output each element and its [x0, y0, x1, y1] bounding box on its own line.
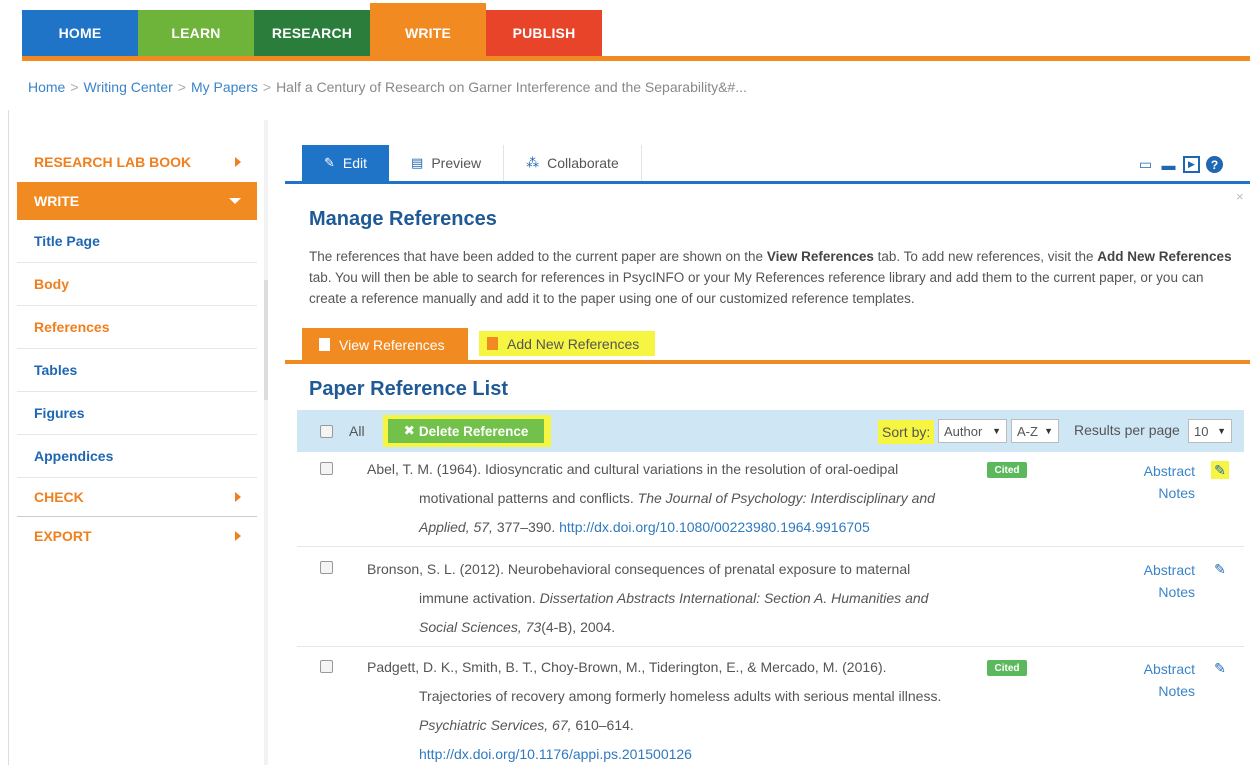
page-left-border: [8, 110, 9, 765]
reference-row: Abel, T. M. (1964). Idiosyncratic and cu…: [297, 460, 1244, 545]
sort-field-select[interactable]: Author ▼: [938, 419, 1007, 443]
edit-pencil-icon[interactable]: ✎: [1211, 659, 1229, 677]
dropdown-arrow-icon: ▼: [992, 426, 1001, 436]
tab-edit[interactable]: ✎ Edit: [302, 145, 390, 181]
play-video-icon[interactable]: ▶: [1183, 156, 1200, 173]
reference-doi-link[interactable]: http://dx.doi.org/10.1080/00223980.1964.…: [559, 519, 870, 535]
edit-pencil-icon[interactable]: ✎: [1211, 461, 1229, 479]
cited-badge: Cited: [987, 462, 1027, 478]
sidebar-scrollbar-thumb[interactable]: [264, 280, 268, 400]
tab-add-new-references[interactable]: Add New References: [479, 331, 655, 356]
caret-right-icon: [235, 492, 241, 502]
reference-row: Bronson, S. L. (2012). Neurobehavioral c…: [297, 559, 1244, 644]
collaborate-icon: ⁂: [526, 155, 540, 170]
tab-preview[interactable]: ▤ Preview: [389, 145, 505, 181]
close-icon[interactable]: ×: [1236, 189, 1244, 204]
sidebar-item-figures[interactable]: Figures: [17, 392, 257, 435]
dropdown-arrow-icon: ▼: [1044, 426, 1053, 436]
reference-list-toolbar: All ✖ Delete Reference Sort by: Author ▼ …: [297, 410, 1244, 452]
reference-citation: Abel, T. M. (1964). Idiosyncratic and cu…: [367, 461, 935, 535]
notes-link[interactable]: Notes: [1135, 482, 1195, 504]
dropdown-arrow-icon: ▼: [1217, 426, 1226, 436]
document-icon: ▤: [411, 155, 424, 170]
reference-doi-link[interactable]: http://dx.doi.org/10.1176/appi.ps.201500…: [419, 746, 692, 762]
abstract-link[interactable]: Abstract: [1135, 658, 1195, 680]
results-per-page-select[interactable]: 10 ▼: [1188, 419, 1232, 443]
nav-underline: [22, 56, 1250, 61]
tab-view-references[interactable]: View References: [302, 328, 468, 361]
reference-citation: Padgett, D. K., Smith, B. T., Choy-Brown…: [367, 659, 942, 762]
comment-icon[interactable]: ▬: [1160, 156, 1177, 173]
notes-link[interactable]: Notes: [1135, 680, 1195, 702]
reference-checkbox[interactable]: [320, 660, 333, 673]
sidebar-scrollbar-track[interactable]: [264, 120, 268, 765]
sidebar-item-tables[interactable]: Tables: [17, 349, 257, 392]
delete-reference-highlight: ✖ Delete Reference: [383, 415, 551, 447]
sidebar-item-body[interactable]: Body: [17, 263, 257, 306]
breadcrumb: Home > Writing Center > My Papers > Half a Cen…: [28, 79, 747, 95]
reference-checkbox[interactable]: [320, 462, 333, 475]
abstract-link[interactable]: Abstract: [1135, 559, 1195, 581]
page-title: Manage References: [309, 208, 497, 230]
reference-row: Padgett, D. K., Smith, B. T., Choy-Brown…: [297, 658, 1244, 765]
sidebar-item-title-page[interactable]: Title Page: [17, 220, 257, 263]
editor-tabs: ✎ Edit ▤ Preview ⁂ Collaborate: [302, 145, 642, 181]
row-divider: [297, 546, 1244, 547]
notes-link[interactable]: Notes: [1135, 581, 1195, 603]
caret-down-icon: [229, 198, 241, 204]
main-nav: HOME LEARN RESEARCH WRITE PUBLISH: [22, 3, 602, 56]
sort-order-select[interactable]: A-Z ▼: [1011, 419, 1059, 443]
manage-description: The references that have been added to t…: [309, 249, 1232, 306]
sidebar-research-lab-book[interactable]: RESEARCH LAB BOOK: [17, 142, 257, 182]
row-divider: [297, 646, 1244, 647]
results-per-page-label: Results per page: [1074, 422, 1180, 438]
caret-right-icon: [235, 530, 241, 541]
delete-x-icon: ✖: [403, 423, 415, 438]
edit-pencil-icon[interactable]: ✎: [1211, 560, 1229, 578]
nav-tab-research[interactable]: RESEARCH: [254, 10, 370, 56]
sort-by-label: Sort by:: [878, 420, 935, 444]
cited-badge: Cited: [987, 660, 1027, 676]
document-icon: [487, 337, 498, 350]
sidebar: RESEARCH LAB BOOK WRITE Title Page Body …: [17, 142, 257, 554]
pencil-icon: ✎: [324, 155, 335, 170]
abstract-link[interactable]: Abstract: [1135, 460, 1195, 482]
sidebar-check[interactable]: CHECK: [17, 478, 257, 516]
reference-list-title: Paper Reference List: [309, 378, 508, 400]
document-icon: [319, 338, 330, 351]
sidebar-item-appendices[interactable]: Appendices: [17, 435, 257, 478]
editor-toolbar-icons: ▭ ▬ ▶ ?: [1137, 156, 1223, 173]
delete-reference-button[interactable]: ✖ Delete Reference: [388, 419, 544, 443]
nav-tab-publish[interactable]: PUBLISH: [486, 10, 602, 56]
sidebar-write[interactable]: WRITE: [17, 182, 257, 220]
nav-tab-home[interactable]: HOME: [22, 10, 138, 56]
subtabs-underline: [285, 360, 1250, 364]
caret-right-icon: [235, 157, 241, 167]
reference-citation: Bronson, S. L. (2012). Neurobehavioral c…: [367, 561, 929, 635]
sidebar-item-references[interactable]: References: [17, 306, 257, 349]
sidebar-export[interactable]: EXPORT: [17, 516, 257, 554]
help-icon[interactable]: ?: [1206, 156, 1223, 173]
nav-tab-learn[interactable]: LEARN: [138, 10, 254, 56]
editor-tabs-underline: [285, 181, 1250, 184]
reference-checkbox[interactable]: [320, 561, 333, 574]
select-all-checkbox[interactable]: [320, 425, 333, 438]
nav-tab-write[interactable]: WRITE: [370, 3, 486, 56]
breadcrumb-my-papers[interactable]: My Papers: [191, 79, 258, 95]
tab-collaborate[interactable]: ⁂ Collaborate: [504, 145, 642, 181]
breadcrumb-home[interactable]: Home: [28, 79, 65, 95]
breadcrumb-writing-center[interactable]: Writing Center: [84, 79, 173, 95]
select-all-label: All: [349, 423, 365, 439]
breadcrumb-current: Half a Century of Research on Garner Int…: [276, 79, 747, 95]
layout-icon[interactable]: ▭: [1137, 156, 1154, 173]
